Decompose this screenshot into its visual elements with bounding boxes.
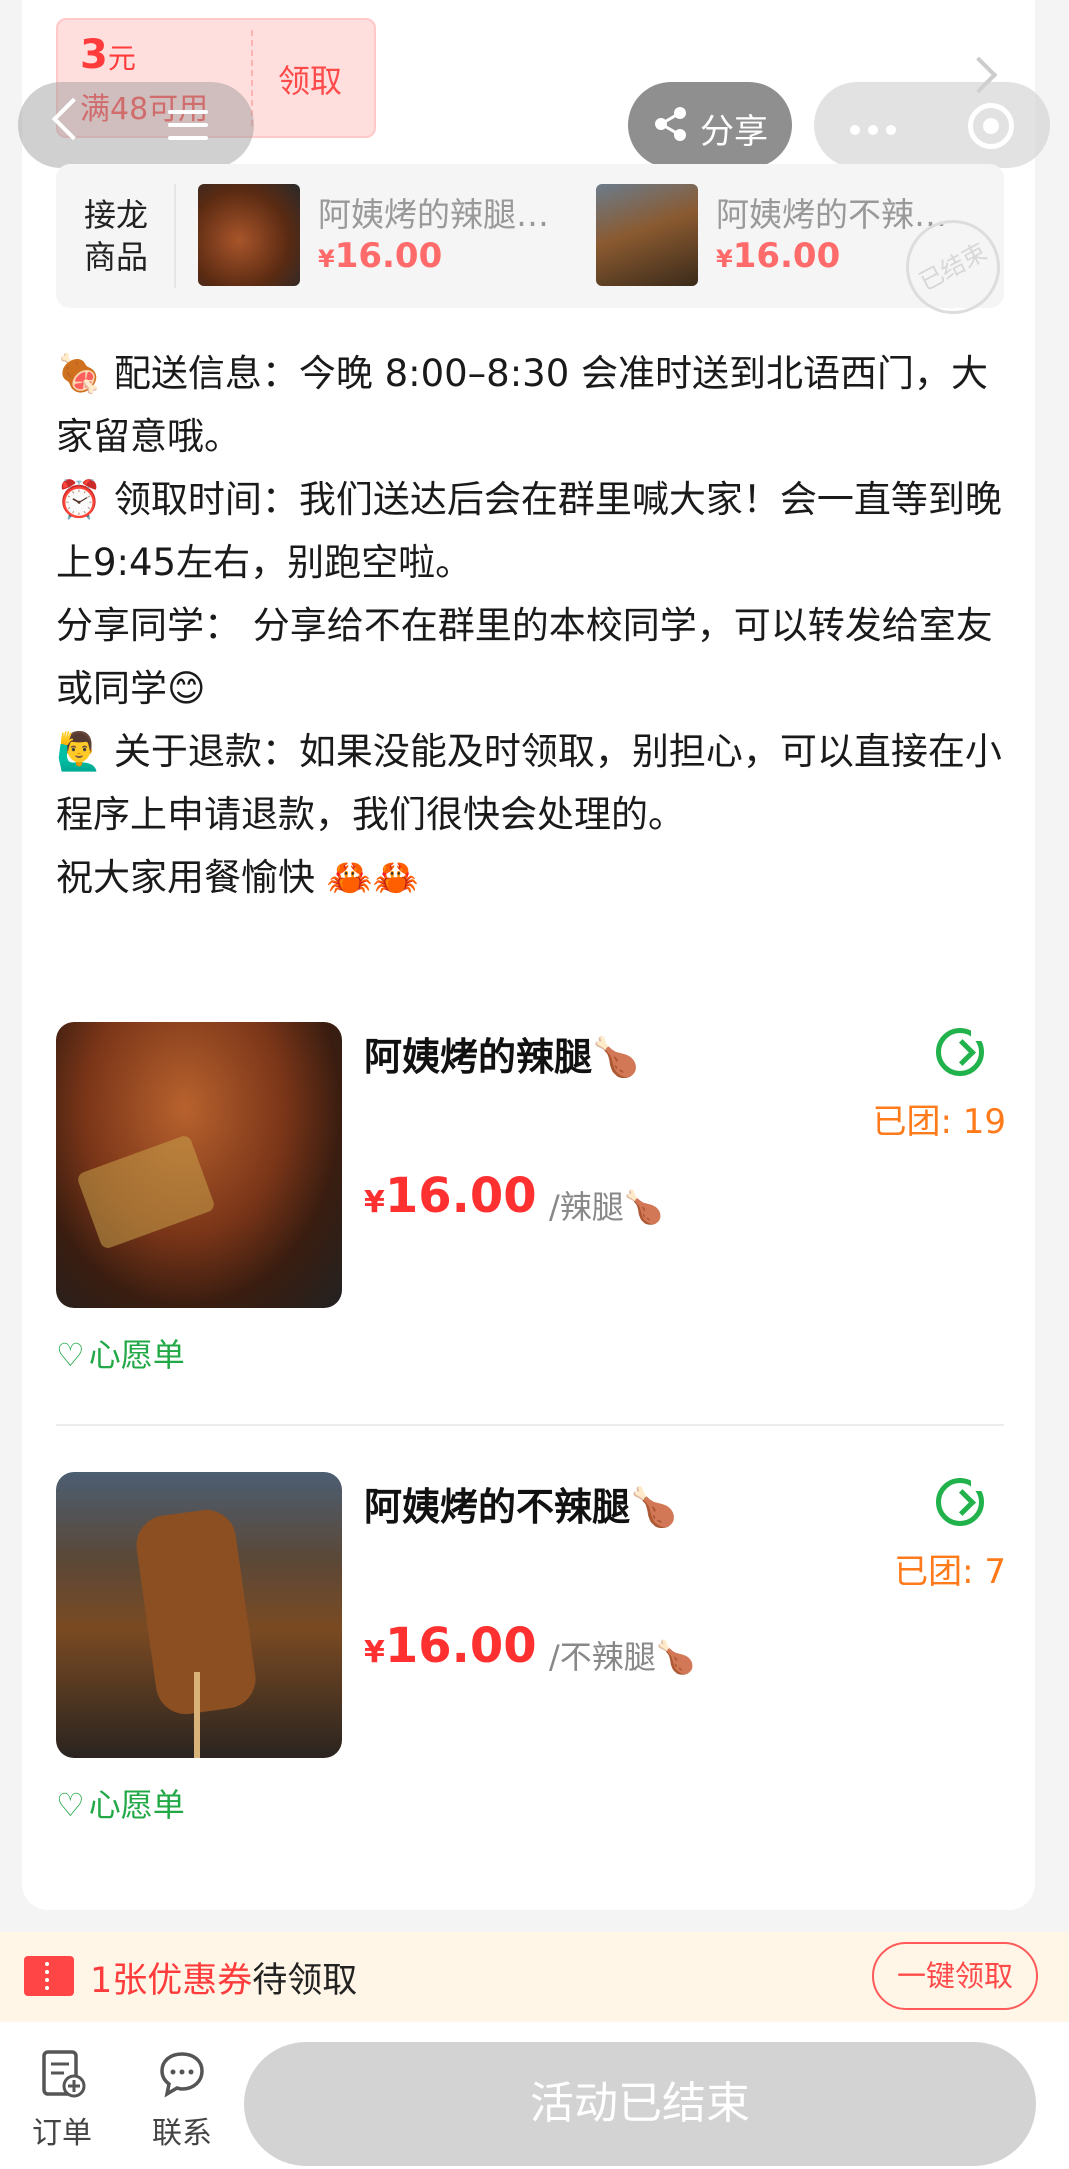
wishlist-button[interactable]: ♡ 心愿单 [56,1780,185,1826]
product-card[interactable]: 阿姨烤的不辣腿🍗 已团: 7 ¥16.00 /不辣腿🍗 ♡ 心愿单 [56,1472,1006,1824]
close-target-icon[interactable] [968,103,1014,149]
product-unit: /辣腿🍗 [549,1188,664,1226]
refund-note: 🙋‍♂️ 关于退款：如果没能及时领取，别担心，可以直接在小程序上申请退款，我们很… [56,730,1002,836]
greeting: 祝大家用餐愉快 🦀🦀 [56,856,419,899]
related-item-name: 阿姨烤的辣腿… [318,195,549,234]
product-card[interactable]: 阿姨烤的辣腿🍗 已团: 19 ¥16.00 /辣腿🍗 ♡ 心愿单 [56,1022,1006,1374]
ticket-icon [24,1956,74,1996]
product-unit: /不辣腿🍗 [549,1638,696,1676]
heart-plus-icon: ♡ [56,1336,85,1374]
related-products-strip: 接龙 商品 阿姨烤的辣腿… ¥16.00 阿姨烤的不辣… ¥16.00 [56,164,1004,308]
description: 🍖 配送信息：今晚 8:00–8:30 会准时送到北语西门，大家留意哦。 ⏰ 领… [56,342,1016,909]
sold-count: 已团: 19 [872,1102,1006,1142]
share-note: 分享同学： 分享给不在群里的本校同学，可以转发给室友或同学😊 [56,604,993,710]
chat-icon [160,2052,204,2098]
activity-ended-button[interactable]: 活动已结束 [244,2042,1036,2166]
coupon-claim-button[interactable]: 领取 [278,56,342,102]
orders-icon [42,2050,86,2098]
menu-icon[interactable] [168,110,208,149]
mini-program-capsule [814,82,1050,168]
related-item-price: ¥16.00 [716,236,841,276]
divider [174,184,176,288]
back-icon[interactable] [51,97,95,141]
share-icon [655,107,686,141]
delivery-info: 🍖 配送信息：今晚 8:00–8:30 会准时送到北语西门，大家留意哦。 [56,352,989,458]
coupon-bar: 1张优惠券待领取 一键领取 [0,1932,1069,2022]
related-item[interactable]: 阿姨烤的辣腿… ¥16.00 [198,184,578,288]
claim-all-button[interactable]: 一键领取 [872,1942,1038,2010]
product-price: ¥16.00 [364,1168,537,1224]
related-item-price: ¥16.00 [318,236,443,276]
nav-pill [18,82,254,168]
pickup-time: ⏰ 领取时间：我们送达后会在群里喊大家！会一直等到晚上9:45左右，别跑空啦。 [56,478,1002,584]
divider [56,1424,1004,1426]
heart-plus-icon: ♡ [56,1786,85,1824]
tab-orders-label: 订单 [32,2116,92,2151]
product-image[interactable] [56,1022,342,1308]
product-name: 阿姨烤的不辣腿🍗 [364,1485,678,1529]
more-icon[interactable] [850,120,904,139]
sold-count: 已团: 7 [894,1552,1006,1592]
bottom-bar: 订单 联系 活动已结束 [0,2022,1069,2169]
product-thumbnail [198,184,300,286]
coupon-amount: 3元 [80,32,136,78]
product-name: 阿姨烤的辣腿🍗 [364,1035,640,1079]
coupon-bar-text: 1张优惠券待领取 [90,1961,358,2001]
share-label: 分享 [700,112,768,152]
product-thumbnail [596,184,698,286]
share-button[interactable]: 分享 [628,82,792,168]
refresh-icon[interactable] [936,1477,985,1526]
wishlist-button[interactable]: ♡ 心愿单 [56,1330,185,1376]
product-image[interactable] [56,1472,342,1758]
tab-orders[interactable]: 订单 [12,2048,112,2152]
tab-contact-label: 联系 [152,2116,212,2151]
refresh-icon[interactable] [936,1027,985,1076]
product-price: ¥16.00 [364,1618,537,1674]
related-title: 接龙 商品 [84,196,149,276]
tab-contact[interactable]: 联系 [132,2048,232,2152]
